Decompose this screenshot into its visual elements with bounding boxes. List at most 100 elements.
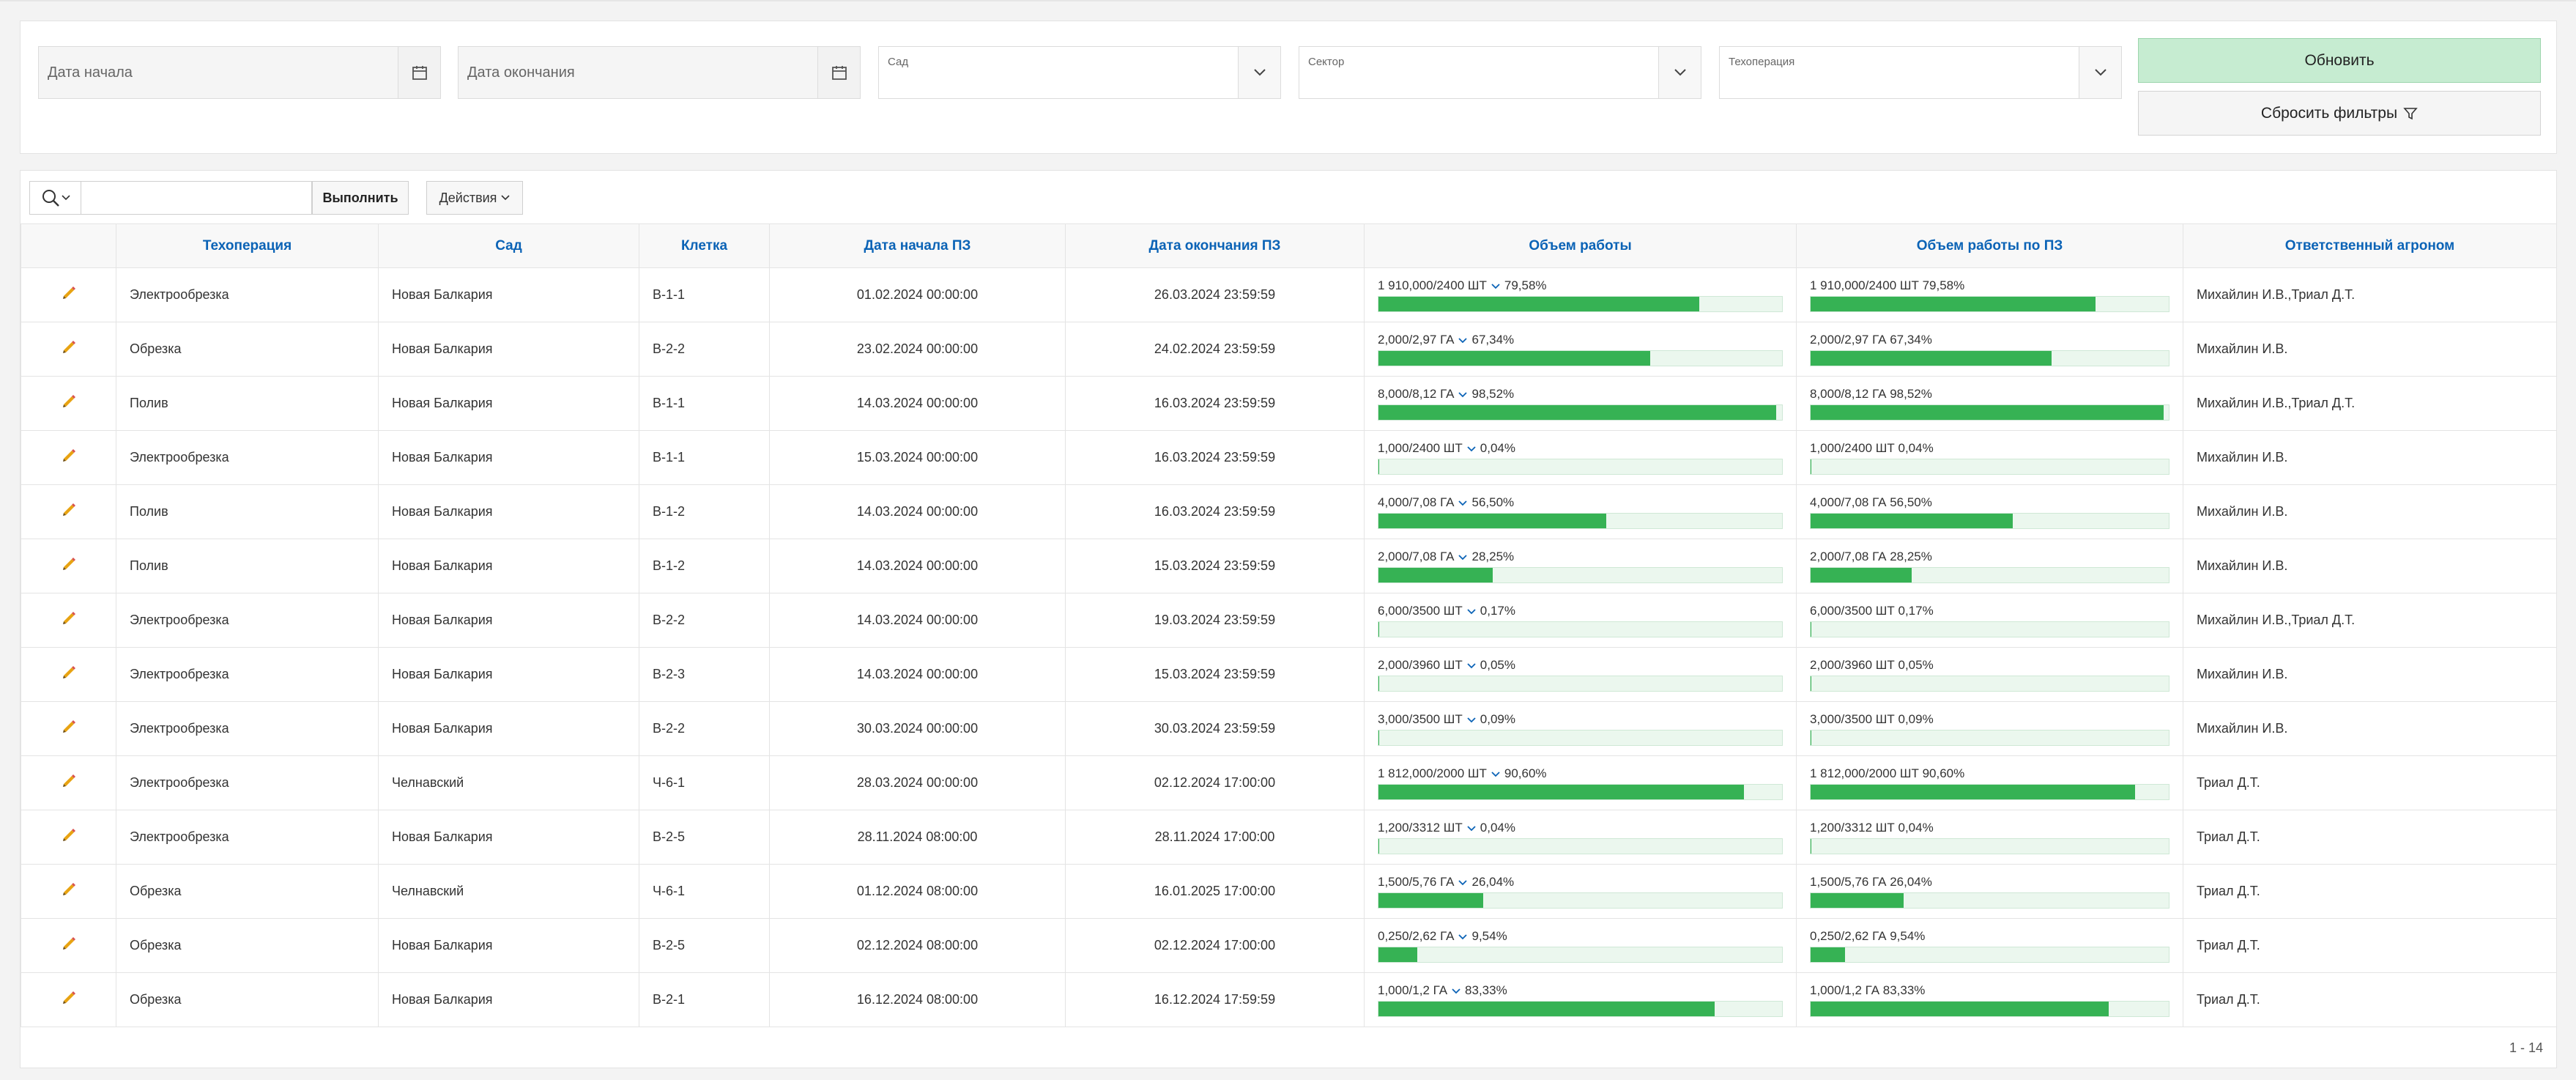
work-volume-pz-value: 2,000/3960 ШТ 0,05% xyxy=(1810,657,1934,672)
row-edit-link[interactable] xyxy=(21,972,116,1027)
chevron-down-icon xyxy=(1467,608,1476,614)
operation-select[interactable]: Техоперация xyxy=(1719,46,2122,99)
cell-garden: Челнавский xyxy=(378,755,639,810)
work-volume-expand[interactable] xyxy=(1467,604,1476,618)
work-volume-expand[interactable] xyxy=(1491,278,1500,293)
work-volume-progress-track xyxy=(1378,1000,1783,1017)
cell-work-volume-pz: 2,000/7,08 ГА 28,25% xyxy=(1796,539,2183,593)
pencil-icon xyxy=(62,774,75,787)
cell-work-volume-pz: 8,000/8,12 ГА 98,52% xyxy=(1796,376,2183,431)
date-end-calendar-button[interactable] xyxy=(817,47,860,98)
row-edit-link[interactable] xyxy=(21,918,116,973)
work-volume-expand[interactable] xyxy=(1467,821,1476,835)
column-header-agronomist[interactable]: Ответственный агроном xyxy=(2183,223,2557,268)
operation-label: Техоперация xyxy=(1729,56,1795,68)
row-edit-link[interactable] xyxy=(21,647,116,702)
cell-work-volume: 8,000/8,12 ГА 98,52% xyxy=(1364,376,1797,431)
cell-cell: Ч-6-1 xyxy=(639,864,770,919)
cell-agronomist: Триал Д.Т. xyxy=(2183,918,2557,973)
column-header-work-volume[interactable]: Объем работы xyxy=(1364,223,1797,268)
chevron-down-icon xyxy=(1458,933,1468,939)
table-row: Электрообрезка Новая Балкария В-2-5 28.11.2… xyxy=(21,810,2557,865)
cell-cell: В-2-5 xyxy=(639,918,770,973)
chevron-down-icon xyxy=(1467,825,1476,831)
work-volume-value: 1,000/1,2 ГА xyxy=(1378,983,1448,997)
work-volume-expand[interactable] xyxy=(1467,712,1476,727)
date-end-field[interactable]: Дата окончания xyxy=(458,46,861,99)
operation-dropdown-toggle[interactable] xyxy=(2079,47,2121,98)
garden-select[interactable]: Сад xyxy=(878,46,1281,99)
cell-garden: Новая Балкария xyxy=(378,593,639,648)
cell-work-volume-pz: 1,000/1,2 ГА 83,33% xyxy=(1796,972,2183,1027)
work-volume-percent: 0,17% xyxy=(1480,603,1515,618)
cell-work-volume: 3,000/3500 ШТ 0,09% xyxy=(1364,701,1797,756)
work-volume-pz-progress-fill xyxy=(1811,892,1904,908)
cell-operation: Электрообрезка xyxy=(116,755,379,810)
row-edit-link[interactable] xyxy=(21,539,116,593)
work-volume-expand[interactable] xyxy=(1452,983,1460,998)
work-volume-expand[interactable] xyxy=(1458,929,1468,944)
work-volume-expand[interactable] xyxy=(1491,766,1500,781)
column-header-work-volume-pz[interactable]: Объем работы по ПЗ xyxy=(1796,223,2183,268)
garden-dropdown-toggle[interactable] xyxy=(1238,47,1280,98)
row-edit-link[interactable] xyxy=(21,267,116,322)
row-edit-link[interactable] xyxy=(21,484,116,539)
row-edit-link[interactable] xyxy=(21,701,116,756)
cell-garden: Новая Балкария xyxy=(378,701,639,756)
row-edit-link[interactable] xyxy=(21,755,116,810)
search-column-menu[interactable] xyxy=(29,181,81,215)
cell-garden: Новая Балкария xyxy=(378,539,639,593)
cell-agronomist: Михайлин И.В. xyxy=(2183,701,2557,756)
work-volume-pz-progress-fill xyxy=(1811,350,2052,366)
work-volume-pz-value: 1,500/5,76 ГА 26,04% xyxy=(1810,874,1932,889)
work-volume-progress-fill xyxy=(1378,350,1651,366)
row-edit-link[interactable] xyxy=(21,864,116,919)
cell-work-volume-pz: 1 910,000/2400 ШТ 79,58% xyxy=(1796,267,2183,322)
work-volume-expand[interactable] xyxy=(1467,441,1476,456)
work-volume-expand[interactable] xyxy=(1458,550,1468,564)
work-volume-progress-track xyxy=(1378,295,1783,312)
pencil-icon xyxy=(62,991,75,1004)
cell-work-volume: 2,000/3960 ШТ 0,05% xyxy=(1364,647,1797,702)
cell-cell: В-2-1 xyxy=(639,972,770,1027)
work-volume-progress-track xyxy=(1378,566,1783,583)
work-volume-expand[interactable] xyxy=(1467,658,1476,673)
row-edit-link[interactable] xyxy=(21,430,116,485)
cell-cell: В-1-1 xyxy=(639,430,770,485)
chevron-down-icon xyxy=(1458,500,1468,506)
column-header-end-date[interactable]: Дата окончания ПЗ xyxy=(1065,223,1365,268)
work-volume-progress-fill xyxy=(1378,404,1776,420)
work-volume-expand[interactable] xyxy=(1458,495,1468,510)
cell-work-volume-pz: 4,000/7,08 ГА 56,50% xyxy=(1796,484,2183,539)
work-volume-expand[interactable] xyxy=(1458,387,1468,402)
refresh-button[interactable]: Обновить xyxy=(2138,38,2541,83)
cell-operation: Обрезка xyxy=(116,918,379,973)
work-volume-progress-track xyxy=(1378,729,1783,746)
cell-agronomist: Михайлин И.В.,Триал Д.Т. xyxy=(2183,376,2557,431)
reset-filters-button[interactable]: Сбросить фильтры xyxy=(2138,91,2541,136)
search-input[interactable] xyxy=(81,181,312,215)
date-start-calendar-button[interactable] xyxy=(398,47,440,98)
actions-menu-button[interactable]: Действия xyxy=(426,181,523,215)
row-edit-link[interactable] xyxy=(21,810,116,865)
report-toolbar: Выполнить Действия xyxy=(21,171,2556,223)
work-volume-pz-progress-track xyxy=(1810,458,2169,475)
cell-garden: Новая Балкария xyxy=(378,430,639,485)
column-header-start-date[interactable]: Дата начала ПЗ xyxy=(769,223,1066,268)
row-edit-link[interactable] xyxy=(21,376,116,431)
row-edit-link[interactable] xyxy=(21,322,116,377)
sector-select[interactable]: Сектор xyxy=(1299,46,1701,99)
column-header-cell[interactable]: Клетка xyxy=(639,223,770,268)
column-header-operation[interactable]: Техоперация xyxy=(116,223,379,268)
work-volume-expand[interactable] xyxy=(1458,875,1468,889)
sector-dropdown-toggle[interactable] xyxy=(1658,47,1701,98)
cell-end-date: 16.03.2024 23:59:59 xyxy=(1065,430,1365,485)
row-edit-link[interactable] xyxy=(21,593,116,648)
column-header-garden[interactable]: Сад xyxy=(378,223,639,268)
date-start-field[interactable]: Дата начала xyxy=(38,46,441,99)
work-volume-expand[interactable] xyxy=(1458,333,1468,347)
work-volume-progress-fill xyxy=(1378,567,1493,582)
table-row: Обрезка Челнавский Ч-6-1 01.12.2024 08:00:0… xyxy=(21,864,2557,919)
go-button[interactable]: Выполнить xyxy=(312,181,409,215)
cell-operation: Полив xyxy=(116,484,379,539)
